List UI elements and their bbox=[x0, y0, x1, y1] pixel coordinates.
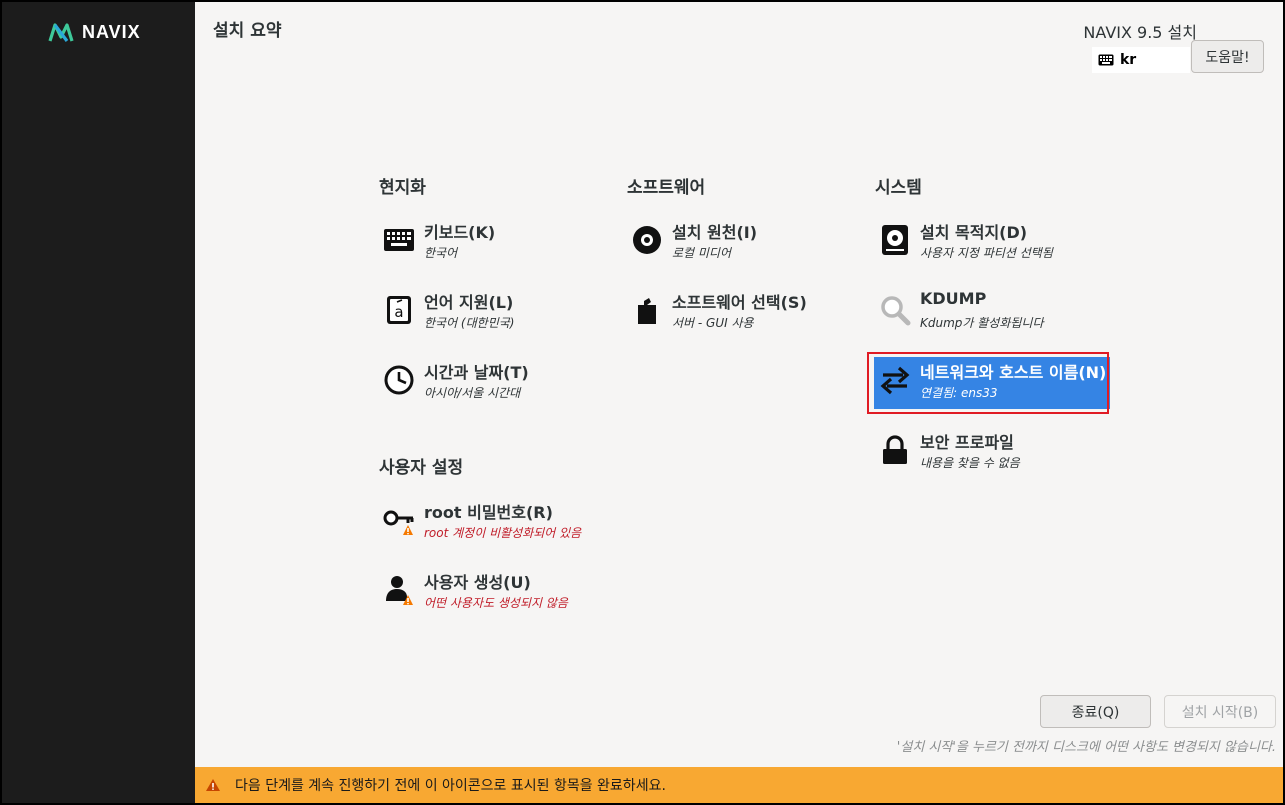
keyboard-layout-label: kr bbox=[1120, 52, 1137, 68]
spoke-source-title: 설치 원천(I) bbox=[672, 223, 758, 242]
keyboard-layout-indicator[interactable]: kr bbox=[1092, 47, 1190, 73]
quit-button[interactable]: 종료(Q) bbox=[1040, 695, 1151, 728]
spoke-security-status: 내용을 찾을 수 없음 bbox=[920, 456, 1020, 470]
spoke-installation-source[interactable]: 설치 원천(I) 로컬 미디어 bbox=[626, 217, 862, 269]
spoke-time-date[interactable]: 시간과 날짜(T) 아시아/서울 시간대 bbox=[378, 357, 614, 409]
section-localization: 현지화 bbox=[379, 178, 426, 198]
spoke-root-password[interactable]: root 비밀번호(R) root 계정이 비활성화되어 있음 bbox=[378, 497, 614, 549]
spoke-user-creation[interactable]: 사용자 생성(U) 어떤 사용자도 생성되지 않음 bbox=[378, 567, 614, 619]
spoke-source-status: 로컬 미디어 bbox=[672, 246, 732, 260]
begin-installation-button[interactable]: 설치 시작(B) bbox=[1164, 695, 1276, 728]
spoke-kdump[interactable]: KDUMP Kdump가 활성화됩니다 bbox=[874, 287, 1110, 339]
spoke-security-profile[interactable]: 보안 프로파일 내용을 찾을 수 없음 bbox=[874, 427, 1110, 479]
package-icon bbox=[638, 298, 656, 324]
language-icon: a bbox=[387, 296, 411, 324]
section-software: 소프트웨어 bbox=[627, 178, 706, 198]
spoke-user-title: 사용자 생성(U) bbox=[424, 573, 531, 592]
magnifier-icon bbox=[881, 296, 911, 326]
spoke-language[interactable]: a 언어 지원(L) 한국어 (대한민국) bbox=[378, 287, 614, 339]
spoke-keyboard[interactable]: 키보드(K) 한국어 bbox=[378, 217, 614, 269]
section-system: 시스템 bbox=[875, 178, 922, 198]
spoke-destination-status: 사용자 지정 파티션 선택됨 bbox=[920, 246, 1053, 260]
help-button[interactable]: 도움말! bbox=[1191, 40, 1264, 73]
keyboard-icon bbox=[384, 229, 414, 251]
disc-icon bbox=[633, 226, 661, 254]
warning-text: 다음 단계를 계속 진행하기 전에 이 아이콘으로 표시된 항목을 완료하세요. bbox=[235, 778, 666, 794]
spoke-software-title: 소프트웨어 선택(S) bbox=[672, 293, 807, 312]
harddisk-icon bbox=[882, 225, 908, 255]
spoke-software-selection[interactable]: 소프트웨어 선택(S) 서버 - GUI 사용 bbox=[626, 287, 862, 339]
selection-highlight-box bbox=[867, 352, 1109, 414]
begin-installation-note: '설치 시작'을 누르기 전까지 디스크에 어떤 사항도 변경되지 않습니다. bbox=[896, 740, 1276, 755]
spoke-root-title: root 비밀번호(R) bbox=[424, 503, 553, 522]
spoke-software-status: 서버 - GUI 사용 bbox=[672, 316, 754, 330]
product-title: NAVIX 9.5 설치 bbox=[1083, 23, 1197, 42]
installer-window: NAVIX 설치 요약 NAVIX 9.5 설치 kr 도움말! 현지화 소프트… bbox=[2, 2, 1283, 803]
keyboard-small-icon bbox=[1098, 54, 1114, 66]
spoke-root-status: root 계정이 비활성화되어 있음 bbox=[424, 526, 582, 540]
spoke-language-title: 언어 지원(L) bbox=[424, 293, 514, 312]
spoke-keyboard-title: 키보드(K) bbox=[424, 223, 496, 242]
svg-text:a: a bbox=[394, 303, 403, 321]
key-icon bbox=[383, 510, 414, 535]
spoke-language-status: 한국어 (대한민국) bbox=[424, 316, 515, 330]
spoke-installation-destination[interactable]: 설치 목적지(D) 사용자 지정 파티션 선택됨 bbox=[874, 217, 1110, 269]
spoke-user-status: 어떤 사용자도 생성되지 않음 bbox=[424, 596, 568, 610]
spoke-security-title: 보안 프로파일 bbox=[920, 433, 1014, 452]
navix-logo-icon bbox=[48, 22, 74, 42]
logo-text: NAVIX bbox=[82, 22, 141, 42]
warning-icon bbox=[206, 779, 220, 791]
section-user-settings: 사용자 설정 bbox=[379, 458, 464, 478]
clock-icon bbox=[384, 365, 414, 395]
lock-icon bbox=[883, 435, 907, 464]
spoke-kdump-status: Kdump가 활성화됩니다 bbox=[920, 316, 1044, 330]
spoke-time-status: 아시아/서울 시간대 bbox=[424, 386, 521, 400]
spoke-kdump-title: KDUMP bbox=[920, 289, 987, 308]
warning-bar: 다음 단계를 계속 진행하기 전에 이 아이콘으로 표시된 항목을 완료하세요. bbox=[195, 767, 1283, 803]
spoke-destination-title: 설치 목적지(D) bbox=[920, 223, 1028, 242]
spoke-keyboard-status: 한국어 bbox=[424, 246, 458, 260]
page-title: 설치 요약 bbox=[213, 21, 282, 41]
spoke-time-title: 시간과 날짜(T) bbox=[424, 363, 529, 382]
sidebar: NAVIX bbox=[2, 2, 195, 803]
brand-logo: NAVIX bbox=[48, 22, 141, 43]
user-icon bbox=[386, 576, 413, 605]
